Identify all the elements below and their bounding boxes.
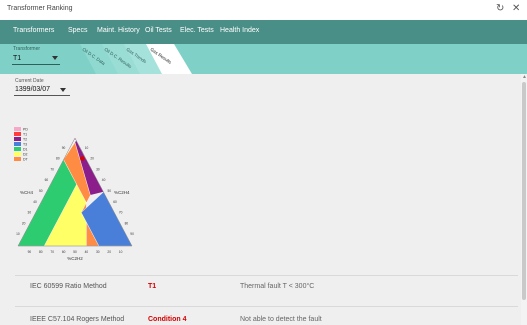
tick-label: 90 bbox=[62, 146, 66, 150]
refresh-icon[interactable]: ↻ bbox=[496, 3, 504, 15]
tick-label: 80 bbox=[56, 157, 60, 161]
tick-label: 10 bbox=[16, 232, 20, 236]
row-divider bbox=[15, 306, 518, 307]
sample-point bbox=[80, 156, 85, 161]
title-bar: Transformer Ranking ↻ ✕ bbox=[0, 0, 527, 21]
duval-triangle-svg: 10 10 10 20 20 20 30 30 30 40 40 40 50 50 50 60 60 60 70 70… bbox=[14, 127, 134, 261]
nav-specs[interactable]: Specs bbox=[68, 27, 87, 34]
tick-label: 40 bbox=[102, 178, 106, 182]
transformer-select-underline bbox=[12, 64, 60, 65]
legend-swatch bbox=[14, 137, 21, 141]
transformer-select-label: Transformer bbox=[13, 46, 41, 52]
chevron-down-icon[interactable] bbox=[52, 56, 58, 60]
tick-label: 30 bbox=[96, 167, 100, 171]
legend-label: T3 bbox=[23, 143, 27, 147]
tab-strip: Oil D.C. Data Oil D.C. Results Gas Trend… bbox=[70, 44, 200, 74]
tick-label: 40 bbox=[33, 200, 37, 204]
nav-transformers[interactable]: Transformers bbox=[13, 27, 54, 34]
current-date-underline bbox=[14, 95, 70, 96]
axis-label-c2h4: %C2H4 bbox=[114, 190, 130, 195]
tick-label: 70 bbox=[50, 250, 54, 254]
legend-swatch bbox=[14, 127, 21, 131]
close-icon[interactable]: ✕ bbox=[512, 3, 520, 15]
tick-label: 10 bbox=[119, 250, 123, 254]
tick-label: 50 bbox=[108, 189, 112, 193]
axis-label-c2h2: %C2H2 bbox=[67, 256, 83, 261]
nav-elec-tests[interactable]: Elec. Tests bbox=[180, 27, 214, 34]
scroll-up-icon[interactable]: ▲ bbox=[522, 75, 527, 80]
legend-swatch bbox=[14, 152, 21, 156]
result-method: IEEE C57.104 Rogers Method bbox=[30, 316, 125, 323]
tick-label: 20 bbox=[90, 157, 94, 161]
legend-label: DT bbox=[23, 158, 29, 162]
result-value: T1 bbox=[148, 283, 157, 290]
legend-label: T2 bbox=[23, 138, 27, 142]
row-divider bbox=[15, 275, 518, 276]
tick-label: 20 bbox=[107, 250, 111, 254]
tick-label: 30 bbox=[96, 250, 100, 254]
legend-label: D2 bbox=[23, 153, 28, 157]
tick-label: 60 bbox=[45, 178, 49, 182]
result-description: Not able to detect the fault bbox=[240, 316, 322, 323]
transformer-select[interactable]: T1 bbox=[13, 55, 21, 62]
tick-label: 60 bbox=[62, 250, 66, 254]
tick-label: 90 bbox=[130, 232, 134, 236]
current-date-label: Current Date bbox=[15, 78, 44, 84]
tick-label: 50 bbox=[73, 250, 77, 254]
legend-label: PD bbox=[23, 128, 28, 132]
tick-label: 60 bbox=[113, 200, 117, 204]
tick-label: 10 bbox=[85, 146, 89, 150]
window-title: Transformer Ranking bbox=[7, 5, 73, 12]
tick-label: 70 bbox=[50, 167, 54, 171]
duval-triangle: 10 10 10 20 20 20 30 30 30 40 40 40 50 50 50 60 60 60 70 70… bbox=[10, 124, 140, 262]
legend-swatch bbox=[14, 157, 21, 161]
nav-oil-tests[interactable]: Oil Tests bbox=[145, 27, 172, 34]
nav-maint-history[interactable]: Maint. History bbox=[97, 27, 140, 34]
tick-label: 50 bbox=[39, 189, 43, 193]
chevron-down-icon[interactable] bbox=[60, 88, 66, 92]
axis-label-ch4: %CH4 bbox=[20, 190, 34, 195]
legend-swatch bbox=[14, 142, 21, 146]
result-description: Thermal fault T < 300°C bbox=[240, 283, 315, 290]
current-date-select[interactable]: 1399/03/07 bbox=[15, 86, 50, 93]
legend-label: D1 bbox=[23, 148, 28, 152]
legend-swatch bbox=[14, 147, 21, 151]
result-method: IEC 60599 Ratio Method bbox=[30, 283, 107, 290]
tick-label: 40 bbox=[85, 250, 89, 254]
legend-label: T1 bbox=[23, 133, 27, 137]
nav-health-index[interactable]: Health Index bbox=[220, 27, 259, 34]
tick-label: 70 bbox=[119, 211, 123, 215]
scrollbar-thumb[interactable] bbox=[522, 82, 526, 300]
tick-label: 80 bbox=[125, 221, 129, 225]
tick-label: 90 bbox=[28, 250, 32, 254]
legend-swatch bbox=[14, 132, 21, 136]
main-nav: Transformers Specs Maint. History Oil Te… bbox=[0, 20, 527, 44]
tick-label: 80 bbox=[39, 250, 43, 254]
result-value: Condition 4 bbox=[148, 316, 187, 323]
tick-label: 30 bbox=[28, 211, 32, 215]
tick-label: 20 bbox=[22, 221, 26, 225]
